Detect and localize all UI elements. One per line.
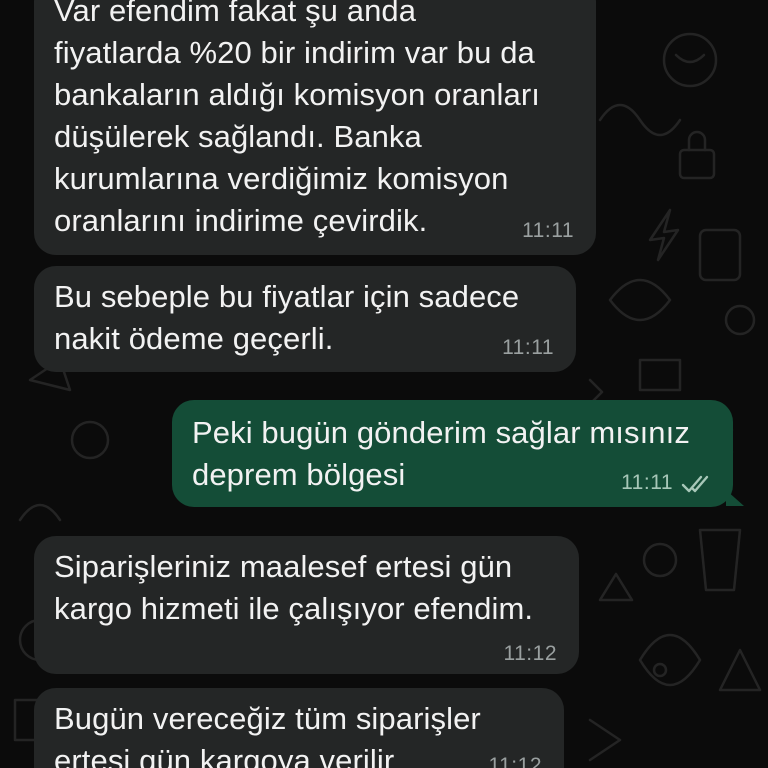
message-text-line: Bu sebeple bu fiyatlar için sadece xyxy=(54,279,520,314)
message-text-line: Peki bugün gönderim sağlar mısınız xyxy=(192,415,690,450)
message-text-line: oranlarını indirime çevirdik. xyxy=(54,203,428,238)
message-bubble-incoming[interactable]: Var efendim fakat şu anda fiyatlarda %20… xyxy=(34,0,596,255)
message-text-line: ertesi gün kargoya verilir xyxy=(54,743,395,768)
message-timestamp: 11:11 xyxy=(621,471,673,494)
message-text-line: fiyatlarda %20 bir indirim var bu da xyxy=(54,35,535,70)
message-timestamp: 11:11 xyxy=(522,219,574,242)
message-text-line: nakit ödeme geçerli. xyxy=(54,321,334,356)
message-text-line: düşülerek sağlandı. Banka xyxy=(54,119,422,154)
message-text-line: kargo hizmeti ile çalışıyor efendim. xyxy=(54,591,534,626)
message-bubble-incoming[interactable]: Siparişleriniz maalesef ertesi gün kargo… xyxy=(34,536,579,674)
message-bubble-incoming[interactable]: Bugün vereceğiz tüm siparişler ertesi gü… xyxy=(34,688,564,768)
outgoing-bubble-tail xyxy=(726,490,744,506)
message-timestamp: 11:11 xyxy=(502,336,554,359)
message-timestamp: 11:12 xyxy=(488,754,542,768)
double-check-icon xyxy=(681,475,709,493)
message-text-line: Bugün vereceğiz tüm siparişler xyxy=(54,701,481,736)
message-bubble-incoming[interactable]: Bu sebeple bu fiyatlar için sadece nakit… xyxy=(34,266,576,372)
message-text-line: Var efendim fakat şu anda xyxy=(54,0,417,28)
message-text-line: bankaların aldığı komisyon oranları xyxy=(54,77,540,112)
message-text-line: kurumlarına verdiğimiz komisyon xyxy=(54,161,509,196)
message-bubble-outgoing[interactable]: Peki bugün gönderim sağlar mısınız depre… xyxy=(172,400,733,507)
chat-area[interactable]: Var efendim fakat şu anda fiyatlarda %20… xyxy=(0,0,768,768)
message-text-line: Siparişleriniz maalesef ertesi gün xyxy=(54,549,513,584)
message-timestamp: 11:12 xyxy=(503,642,557,665)
